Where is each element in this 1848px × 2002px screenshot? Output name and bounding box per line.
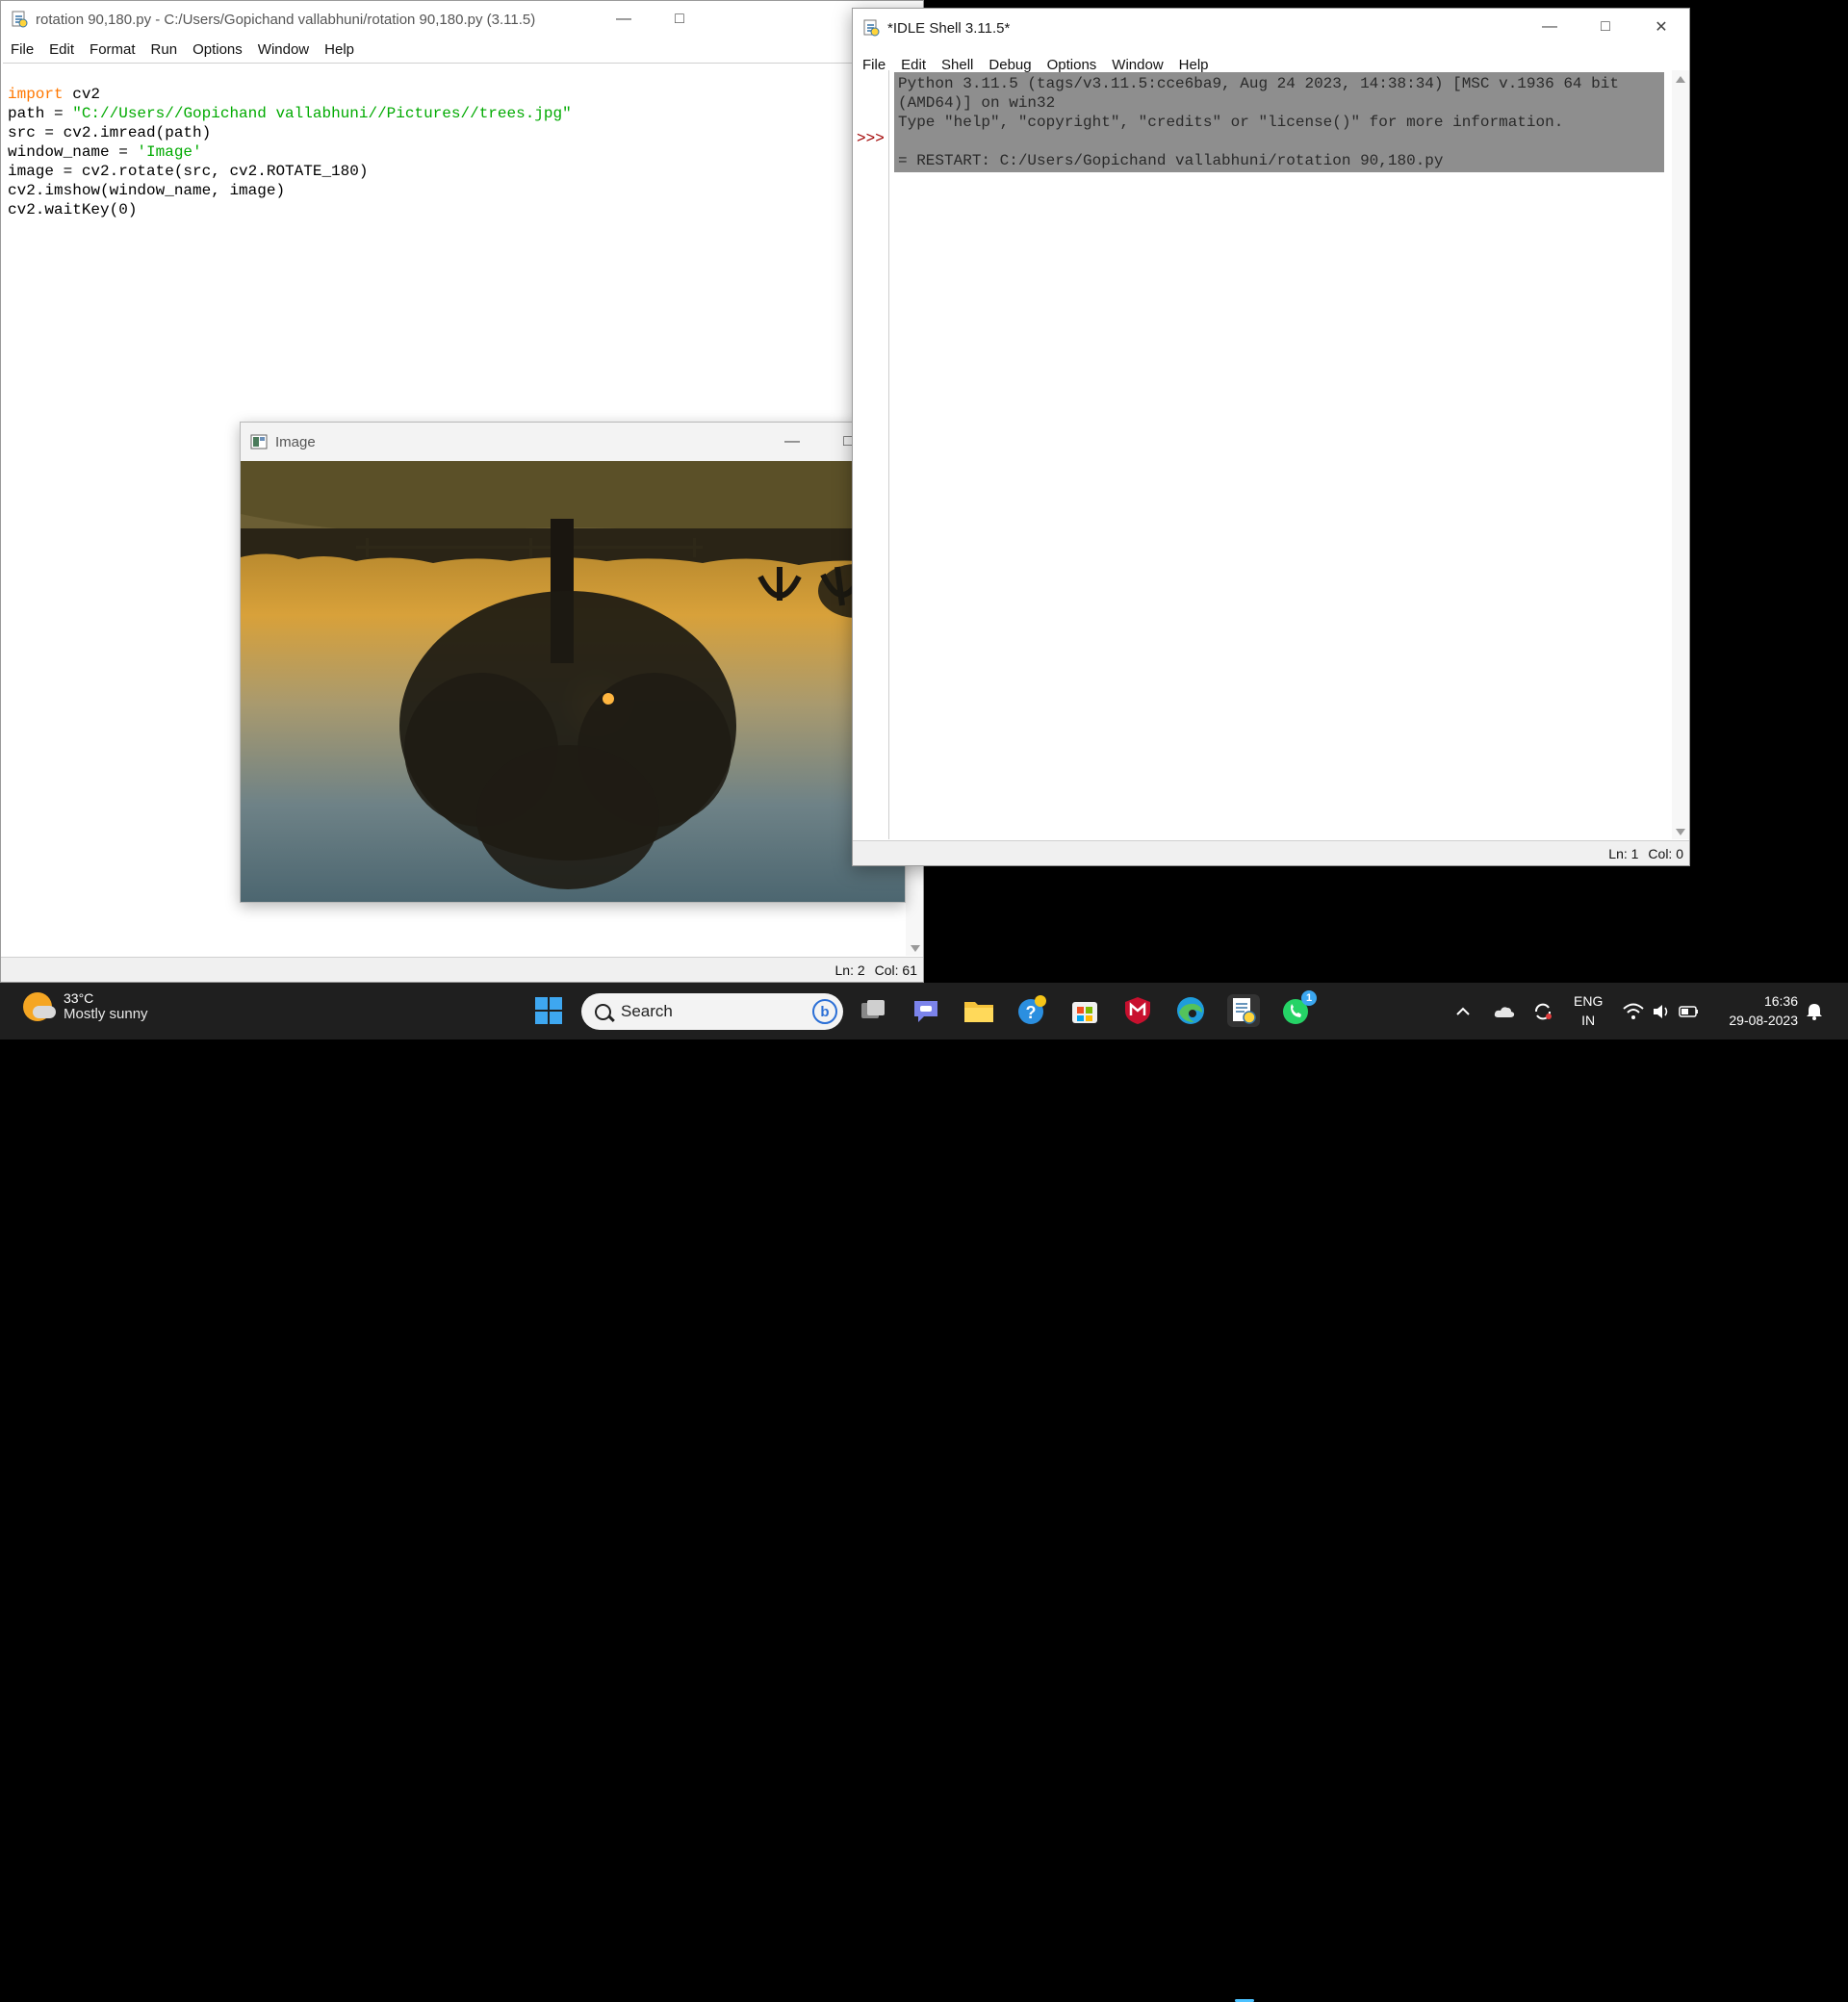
language-indicator[interactable]: ENG IN — [1574, 991, 1603, 1030]
minimize-button[interactable]: — — [1522, 9, 1578, 45]
wifi-icon[interactable] — [1623, 983, 1644, 1040]
menu-format[interactable]: Format — [82, 41, 143, 58]
notifications-bell-icon[interactable] — [1806, 983, 1823, 1040]
taskbar-search[interactable]: Search b — [581, 993, 843, 1030]
scroll-up-arrow[interactable] — [1676, 76, 1685, 83]
date: 29-08-2023 — [1729, 1013, 1798, 1028]
weather-widget[interactable]: 33°C Mostly sunny — [23, 990, 148, 1022]
clock[interactable]: 16:36 29-08-2023 — [1729, 991, 1798, 1030]
menu-window[interactable]: Window — [250, 41, 317, 58]
code-line: cv2.imshow(window_name, image) — [8, 182, 286, 199]
bing-icon[interactable]: b — [812, 999, 837, 1024]
scroll-down-arrow[interactable] — [1676, 829, 1685, 835]
menu-edit[interactable]: Edit — [893, 57, 934, 73]
minimize-button[interactable]: — — [596, 1, 652, 38]
menu-file[interactable]: File — [1, 41, 41, 58]
python-file-icon — [11, 11, 28, 28]
scroll-down-arrow[interactable] — [911, 945, 920, 952]
rotated-tree-image — [241, 461, 905, 902]
onedrive-cloud-icon[interactable] — [1494, 983, 1515, 1040]
minimize-button[interactable]: — — [764, 424, 820, 460]
mcafee-icon[interactable] — [1121, 994, 1154, 1027]
edge-browser-icon[interactable] — [1174, 994, 1207, 1027]
code-line: image = cv2.rotate(src, cv2.ROTATE_180) — [8, 163, 369, 180]
svg-text:?: ? — [1026, 1003, 1037, 1022]
notification-badge: 1 — [1301, 990, 1317, 1006]
weather-desc: Mostly sunny — [64, 1006, 148, 1022]
code-line: import cv2 — [8, 86, 101, 103]
column-indicator: Col: 0 — [1648, 845, 1683, 861]
whatsapp-icon[interactable]: 1 — [1280, 990, 1317, 1027]
editor-menubar: File Edit Format Run Options Window Help — [1, 38, 923, 61]
opencv-window-icon — [250, 433, 268, 450]
close-button[interactable]: ✕ — [1633, 9, 1689, 45]
region-code: IN — [1581, 1013, 1596, 1028]
line-indicator: Ln: 2 — [834, 962, 865, 978]
shell-statusbar: Ln: 1 Col: 0 — [853, 840, 1689, 865]
shell-output[interactable]: Python 3.11.5 (tags/v3.11.5:cce6ba9, Aug… — [894, 72, 1664, 172]
editor-titlebar[interactable]: rotation 90,180.py - C:/Users/Gopichand … — [1, 1, 923, 38]
search-label: Search — [621, 1002, 673, 1020]
task-view-icon[interactable] — [857, 994, 889, 1027]
idle-shell-window[interactable]: *IDLE Shell 3.11.5* — □ ✕ File Edit Shel… — [852, 8, 1690, 866]
menu-help[interactable]: Help — [317, 41, 362, 58]
battery-icon[interactable] — [1679, 983, 1700, 1040]
image-window[interactable]: Image — □ — [240, 422, 906, 903]
shell-gutter — [853, 70, 889, 839]
sync-icon[interactable] — [1532, 983, 1553, 1040]
maximize-button[interactable]: □ — [652, 1, 707, 38]
menu-help[interactable]: Help — [1171, 57, 1217, 73]
code-line: path = "C://Users//Gopichand vallabhuni/… — [8, 105, 572, 122]
menu-edit[interactable]: Edit — [41, 41, 82, 58]
volume-icon[interactable] — [1652, 983, 1671, 1040]
menu-run[interactable]: Run — [143, 41, 186, 58]
image-title: Image — [275, 433, 316, 450]
menu-debug[interactable]: Debug — [981, 57, 1039, 73]
idle-python-icon[interactable] — [1227, 994, 1260, 1027]
microsoft-store-icon[interactable] — [1068, 994, 1101, 1027]
file-explorer-icon[interactable] — [962, 994, 995, 1027]
menu-shell[interactable]: Shell — [934, 57, 981, 73]
maximize-button[interactable]: □ — [1578, 9, 1633, 45]
get-help-icon[interactable]: ? — [1015, 994, 1048, 1027]
column-indicator: Col: 61 — [874, 962, 917, 978]
python-shell-icon — [862, 19, 880, 37]
shell-prompt: >>> — [857, 130, 885, 147]
shell-scrollbar[interactable] — [1672, 70, 1689, 839]
windows-logo-icon — [535, 997, 562, 1024]
time: 16:36 — [1763, 993, 1798, 1009]
editor-statusbar: Ln: 2 Col: 61 — [1, 957, 923, 982]
shell-title: *IDLE Shell 3.11.5* — [887, 19, 1011, 37]
code-line: src = cv2.imread(path) — [8, 124, 212, 141]
search-icon — [595, 1003, 611, 1020]
weather-temp: 33°C — [64, 990, 94, 1006]
menu-options[interactable]: Options — [185, 41, 250, 58]
line-indicator: Ln: 1 — [1608, 845, 1639, 861]
start-button[interactable] — [532, 994, 565, 1027]
taskbar: 33°C Mostly sunny Search b ? 1 ENG IN 16… — [0, 983, 1848, 2002]
language-code: ENG — [1574, 993, 1604, 1009]
menu-window[interactable]: Window — [1104, 57, 1170, 73]
show-hidden-icons-chevron-icon[interactable] — [1455, 983, 1471, 1040]
code-line: window_name = 'Image' — [8, 143, 202, 161]
menu-options[interactable]: Options — [1040, 57, 1105, 73]
editor-title: rotation 90,180.py - C:/Users/Gopichand … — [36, 11, 536, 28]
code-line: cv2.waitKey(0) — [8, 201, 138, 218]
teams-chat-icon[interactable] — [910, 994, 942, 1027]
weather-sun-icon — [23, 991, 56, 1021]
